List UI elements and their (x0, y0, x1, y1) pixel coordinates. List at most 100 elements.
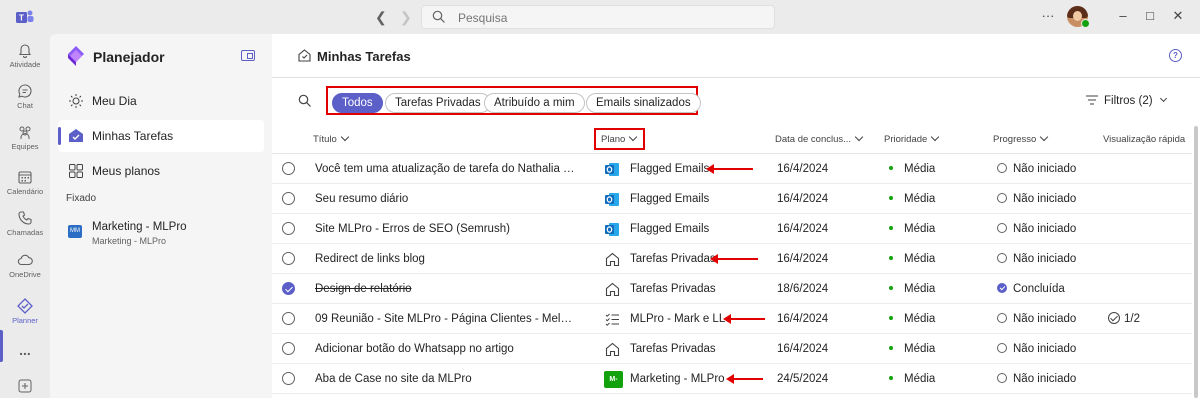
due-date: 16/4/2024 (777, 163, 829, 175)
filter-icon (1086, 95, 1098, 105)
complete-task-checkbox[interactable] (282, 162, 295, 175)
table-row[interactable]: Adicionar botão do Whatsapp no artigo Ta… (272, 334, 1192, 364)
complete-task-checkbox[interactable] (282, 372, 295, 385)
plan-badge: MM (68, 225, 82, 238)
task-title[interactable]: Adicionar botão do Whatsapp no artigo (315, 343, 577, 355)
complete-task-checkbox[interactable] (282, 312, 295, 325)
grid-icon (69, 164, 83, 178)
planner-icon (17, 298, 33, 314)
not-started-icon (997, 343, 1007, 353)
filter-pill-tarefas-privadas[interactable]: Tarefas Privadas (385, 93, 491, 113)
search-icon[interactable] (298, 94, 312, 108)
plan-name: Marketing - MLPro (630, 373, 725, 385)
close-icon[interactable]: ✕ (1168, 8, 1188, 24)
add-app-icon[interactable] (0, 378, 50, 394)
search-input[interactable] (458, 9, 758, 26)
table-row[interactable]: Redirect de links blog Tarefas Privadas … (272, 244, 1192, 274)
due-date: 18/6/2024 (777, 283, 829, 295)
priority: Média (889, 253, 935, 265)
tasks-icon (69, 129, 83, 142)
minimize-icon[interactable]: – (1113, 8, 1133, 23)
app-rail: Atividade Chat Equipes Calendário Chamad… (0, 34, 50, 398)
plan-name: Flagged Emails (630, 193, 710, 205)
column-header-title[interactable]: Título (313, 132, 350, 145)
task-title[interactable]: Seu resumo diário (315, 193, 577, 205)
due-date: 16/4/2024 (777, 223, 829, 235)
rail-item-planner[interactable]: Planner (0, 298, 50, 325)
search-box[interactable] (421, 5, 775, 29)
table-row[interactable]: Design de relatório Tarefas Privadas 18/… (272, 274, 1192, 304)
column-header-priority[interactable]: Prioridade (884, 132, 940, 145)
filter-pill-atribuido-a-mim[interactable]: Atribuído a mim (484, 93, 585, 113)
rail-item-chat[interactable]: Chat (0, 83, 50, 110)
scrollbar-thumb[interactable] (1194, 126, 1198, 398)
teams-logo-icon[interactable]: T (16, 9, 34, 25)
not-started-icon (997, 193, 1007, 203)
help-icon[interactable]: ? (1169, 49, 1182, 62)
task-title[interactable]: Design de relatório (315, 283, 577, 295)
task-title[interactable]: Você tem uma atualização de tarefa do Na… (315, 163, 577, 175)
sidebar-item-meu-dia[interactable]: Meu Dia (58, 85, 264, 117)
svg-text:T: T (19, 14, 24, 23)
completed-icon (997, 283, 1007, 293)
filter-pill-emails-sinalizados[interactable]: Emails sinalizados (586, 93, 701, 113)
pinned-plan-marketing[interactable]: MM Marketing - MLPro Marketing - MLPro (58, 215, 264, 249)
progress[interactable]: Concluída (997, 283, 1065, 295)
rail-item-chamadas[interactable]: Chamadas (0, 210, 50, 237)
progress[interactable]: Não iniciado (997, 343, 1076, 355)
table-row[interactable]: Aba de Case no site da MLPro M- Marketin… (272, 364, 1192, 394)
filter-pills-highlight: Todos Tarefas Privadas Atribuído a mim E… (326, 86, 701, 115)
home-icon (605, 342, 620, 357)
not-started-icon (997, 373, 1007, 383)
rail-item-atividade[interactable]: Atividade (0, 42, 50, 69)
plan-name: Flagged Emails (630, 163, 710, 175)
sidebar-item-meus-planos[interactable]: Meus planos (58, 155, 264, 187)
table-row[interactable]: Site MLPro - Erros de SEO (Semrush) Flag… (272, 214, 1192, 244)
complete-task-checkbox[interactable] (282, 342, 295, 355)
progress[interactable]: Não iniciado (997, 373, 1076, 385)
progress[interactable]: Não iniciado (997, 163, 1076, 175)
plan-name: Flagged Emails (630, 223, 710, 235)
progress[interactable]: Não iniciado (997, 223, 1076, 235)
chevron-down-icon (629, 132, 638, 142)
planner-sidebar: Planejador Meu Dia Minhas Tarefas Meus p… (50, 34, 272, 398)
column-header-due-date[interactable]: Data de conclus... (775, 132, 864, 145)
vertical-scrollbar[interactable] (1192, 122, 1200, 398)
chevron-down-icon (1159, 94, 1167, 103)
table-row[interactable]: 09 Reunião - Site MLPro - Página Cliente… (272, 304, 1192, 334)
table-row[interactable]: Você tem uma atualização de tarefa do Na… (272, 154, 1192, 184)
task-title[interactable]: Redirect de links blog (315, 253, 577, 265)
collapse-sidebar-icon[interactable] (241, 50, 255, 61)
maximize-icon[interactable]: □ (1140, 8, 1160, 23)
complete-task-checkbox[interactable] (282, 252, 295, 265)
completed-task-checkbox[interactable] (282, 282, 295, 295)
task-title[interactable]: Site MLPro - Erros de SEO (Semrush) (315, 223, 577, 235)
rail-item-calendario[interactable]: Calendário (0, 169, 50, 196)
back-arrow-icon[interactable]: ❮ (375, 9, 387, 26)
task-title[interactable]: 09 Reunião - Site MLPro - Página Cliente… (315, 313, 577, 325)
sidebar-item-minhas-tarefas[interactable]: Minhas Tarefas (58, 120, 264, 152)
forward-arrow-icon[interactable]: ❯ (400, 9, 412, 26)
more-options-icon[interactable]: ··· (1038, 8, 1058, 23)
rail-item-onedrive[interactable]: OneDrive (0, 252, 50, 279)
table-row[interactable]: Seu resumo diário Flagged Emails 16/4/20… (272, 184, 1192, 214)
progress[interactable]: Não iniciado (997, 253, 1076, 265)
checklist-count[interactable]: 1/2 (1108, 312, 1140, 325)
more-apps-icon[interactable]: ... (0, 342, 50, 358)
rail-item-equipes[interactable]: Equipes (0, 124, 50, 151)
search-icon (432, 10, 445, 23)
complete-task-checkbox[interactable] (282, 192, 295, 205)
column-header-plan[interactable]: Plano (601, 132, 638, 145)
priority: Média (889, 193, 935, 205)
progress[interactable]: Não iniciado (997, 193, 1076, 205)
pinned-plan-title: Marketing - MLPro (92, 221, 187, 233)
due-date: 16/4/2024 (777, 253, 829, 265)
presence-available-icon (1081, 19, 1090, 28)
filters-button[interactable]: Filtros (2) (1086, 94, 1167, 107)
progress[interactable]: Não iniciado (997, 313, 1076, 325)
phone-icon (18, 211, 32, 225)
task-title[interactable]: Aba de Case no site da MLPro (315, 373, 577, 385)
filter-pill-todos[interactable]: Todos (332, 93, 383, 113)
column-header-progress[interactable]: Progresso (993, 132, 1049, 145)
complete-task-checkbox[interactable] (282, 222, 295, 235)
